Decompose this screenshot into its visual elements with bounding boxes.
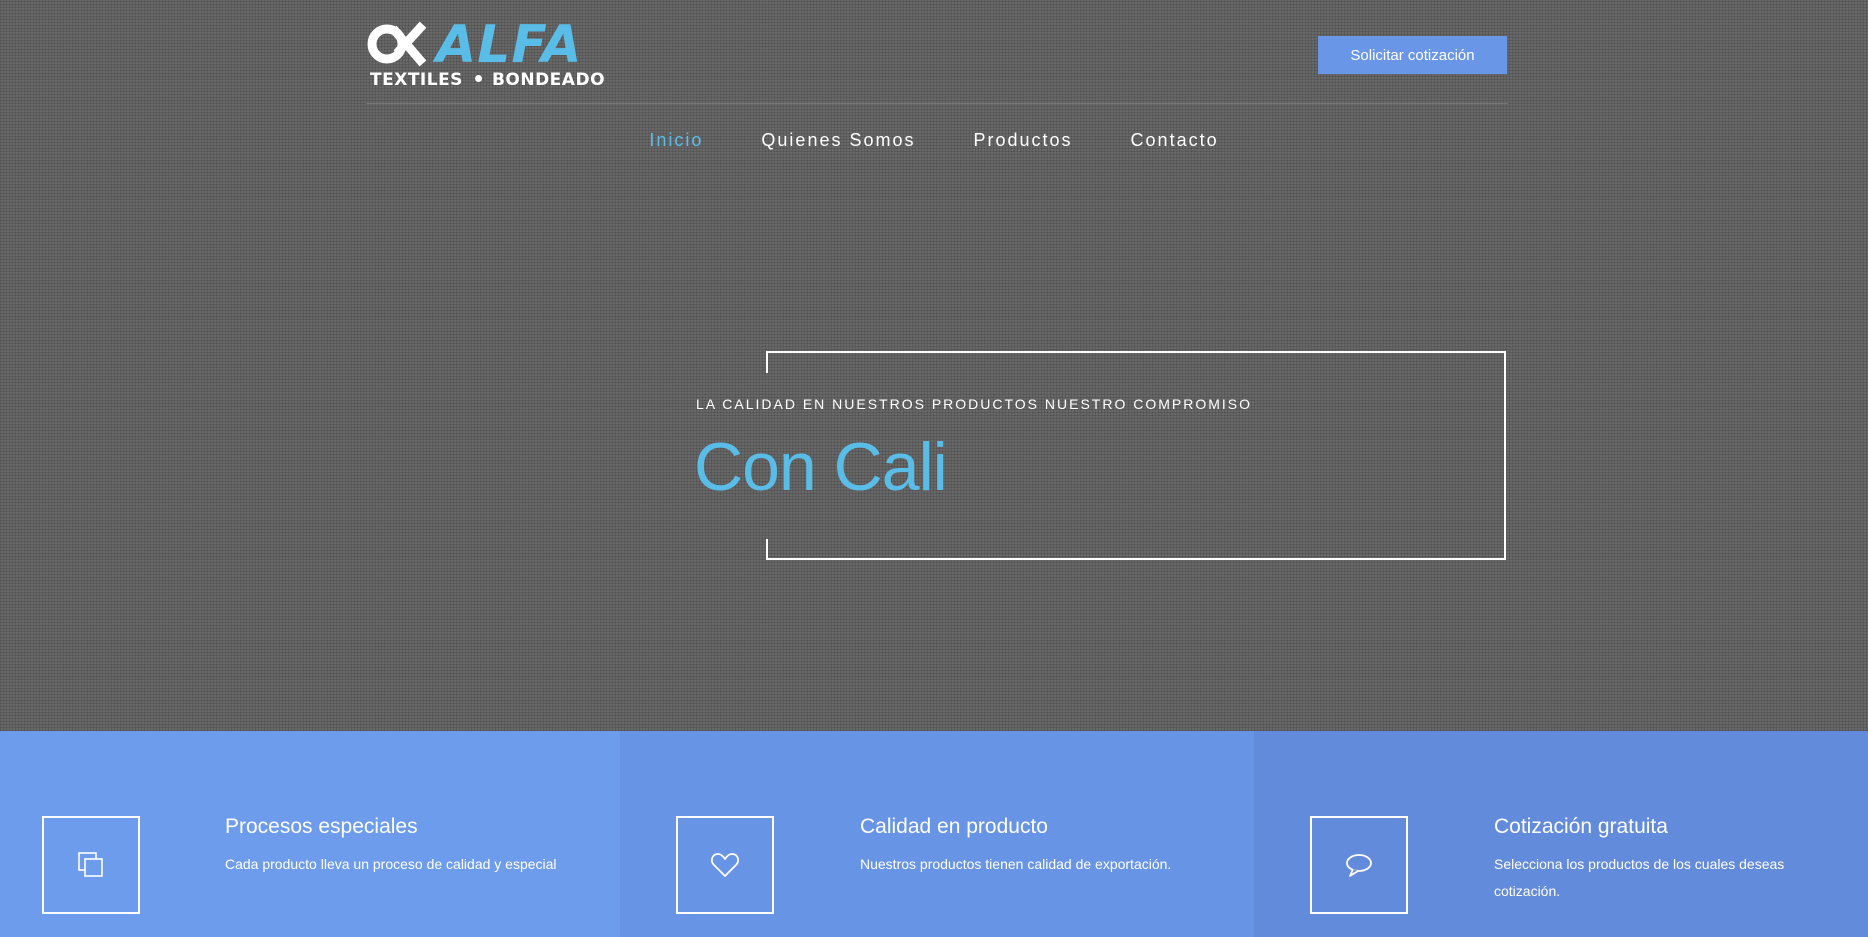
nav-item-contacto[interactable]: Contacto	[1131, 130, 1219, 151]
feature-procesos: Procesos especiales Cada producto lleva …	[0, 731, 620, 937]
alfa-logo[interactable]: ALFA TEXTILES BONDEADO	[366, 15, 605, 90]
hero-headline: Con Cali	[694, 429, 948, 505]
feature-icon-box	[1310, 816, 1408, 914]
feature-cotizacion: Cotización gratuita Selecciona los produ…	[1254, 731, 1868, 937]
feature-description: Nuestros productos tienen calidad de exp…	[860, 856, 1172, 872]
feature-title: Cotización gratuita	[1494, 815, 1668, 838]
layers-icon	[78, 852, 103, 877]
hero-section: ALFA TEXTILES BONDEADO Solicitar cotizaci…	[0, 0, 1868, 731]
nav-item-inicio[interactable]: Inicio	[649, 130, 703, 151]
features-strip: Procesos especiales Cada producto lleva …	[0, 731, 1868, 937]
chat-bubble-icon	[1346, 854, 1372, 877]
feature-title: Procesos especiales	[225, 815, 418, 838]
feature-icon-box	[676, 816, 774, 914]
logo-sub-left: TEXTILES	[370, 70, 463, 90]
heart-icon	[711, 853, 739, 877]
feature-calidad: Calidad en producto Nuestros productos t…	[620, 731, 1254, 937]
feature-icon-box	[42, 816, 140, 914]
hero-tagline: LA CALIDAD EN NUESTROS PRODUCTOS NUESTRO…	[696, 396, 1253, 412]
header-divider	[366, 103, 1508, 104]
feature-description: Selecciona los productos de los cuales d…	[1494, 856, 1785, 899]
main-nav: Inicio Quienes Somos Productos Contacto	[0, 130, 1868, 151]
feature-description: Cada producto lleva un proceso de calida…	[225, 856, 557, 872]
feature-title: Calidad en producto	[860, 815, 1048, 838]
nav-item-quienes-somos[interactable]: Quienes Somos	[761, 130, 915, 151]
logo-wordmark: ALFA	[436, 15, 583, 75]
logo-subtitle: TEXTILES BONDEADO	[370, 70, 605, 90]
alpha-infinity-icon	[367, 21, 427, 67]
logo-dot	[474, 75, 482, 82]
nav-item-productos[interactable]: Productos	[974, 130, 1073, 151]
request-quote-button[interactable]: Solicitar cotización	[1318, 36, 1507, 74]
logo-sub-right: BONDEADO	[491, 70, 606, 90]
